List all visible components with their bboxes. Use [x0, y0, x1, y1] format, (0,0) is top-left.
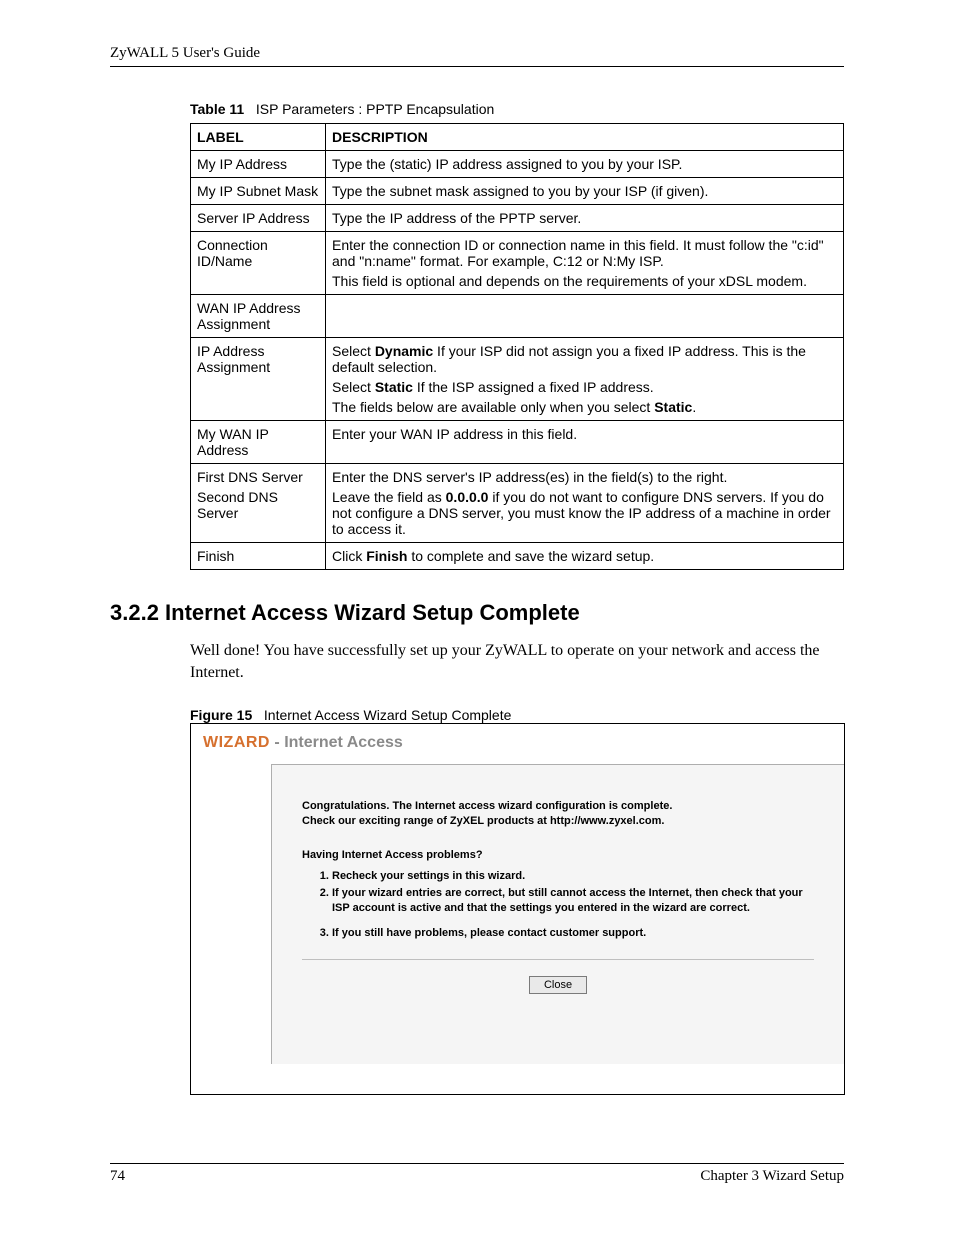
page-number: 74	[110, 1168, 125, 1185]
row-label: My WAN IP Address	[191, 421, 326, 464]
wizard-divider	[302, 959, 814, 960]
figure-caption-text: Internet Access Wizard Setup Complete	[264, 707, 511, 723]
row-label: Finish	[191, 543, 326, 570]
wizard-steps-list: Recheck your settings in this wizard. If…	[332, 869, 814, 940]
wizard-window: WIZARD - Internet Access Congratulations…	[190, 723, 845, 1095]
running-header: ZyWALL 5 User's Guide	[110, 45, 844, 67]
table-row: Connection ID/Name Enter the connection …	[191, 232, 844, 295]
table-row: WAN IP Address Assignment	[191, 295, 844, 338]
wizard-panel: Congratulations. The Internet access wiz…	[271, 764, 844, 1064]
row-desc: Type the subnet mask assigned to you by …	[326, 178, 844, 205]
row-label: First DNS Server Second DNS Server	[191, 464, 326, 543]
table-row: Finish Click Finish to complete and save…	[191, 543, 844, 570]
wizard-question: Having Internet Access problems?	[302, 849, 814, 861]
table-number: Table 11	[190, 101, 244, 117]
section-heading: 3.2.2 Internet Access Wizard Setup Compl…	[110, 600, 844, 626]
wizard-step-3: If you still have problems, please conta…	[332, 926, 814, 941]
close-button[interactable]: Close	[529, 976, 587, 994]
wizard-title-a: WIZARD	[203, 734, 270, 751]
row-desc: Enter the DNS server's IP address(es) in…	[326, 464, 844, 543]
col-label: LABEL	[191, 124, 326, 151]
table-row: My WAN IP Address Enter your WAN IP addr…	[191, 421, 844, 464]
col-description: DESCRIPTION	[326, 124, 844, 151]
wizard-title-b: - Internet Access	[270, 734, 403, 751]
wizard-line-2: Check our exciting range of ZyXEL produc…	[302, 815, 814, 827]
figure-caption: Figure 15 Internet Access Wizard Setup C…	[190, 707, 844, 723]
wizard-step-1: Recheck your settings in this wizard.	[332, 869, 814, 884]
table-caption: Table 11 ISP Parameters : PPTP Encapsula…	[190, 101, 844, 117]
row-desc: Select Dynamic If your ISP did not assig…	[326, 338, 844, 421]
row-desc: Click Finish to complete and save the wi…	[326, 543, 844, 570]
row-label: Server IP Address	[191, 205, 326, 232]
table-caption-text: ISP Parameters : PPTP Encapsulation	[256, 101, 494, 117]
row-label: WAN IP Address Assignment	[191, 295, 326, 338]
wizard-line-1: Congratulations. The Internet access wiz…	[302, 800, 814, 812]
table-row: My IP Address Type the (static) IP addre…	[191, 151, 844, 178]
wizard-title-bar: WIZARD - Internet Access	[191, 724, 844, 764]
table-row: Server IP Address Type the IP address of…	[191, 205, 844, 232]
section-body: Well done! You have successfully set up …	[190, 640, 844, 683]
figure-number: Figure 15	[190, 707, 252, 723]
row-desc: Enter the connection ID or connection na…	[326, 232, 844, 295]
page-footer: 74 Chapter 3 Wizard Setup	[110, 1163, 844, 1185]
table-row: First DNS Server Second DNS Server Enter…	[191, 464, 844, 543]
row-desc: Type the IP address of the PPTP server.	[326, 205, 844, 232]
table-row: My IP Subnet Mask Type the subnet mask a…	[191, 178, 844, 205]
chapter-label: Chapter 3 Wizard Setup	[700, 1168, 844, 1185]
table-row: IP Address Assignment Select Dynamic If …	[191, 338, 844, 421]
row-label: My IP Address	[191, 151, 326, 178]
wizard-step-2: If your wizard entries are correct, but …	[332, 886, 814, 916]
row-desc: Enter your WAN IP address in this field.	[326, 421, 844, 464]
row-label: Connection ID/Name	[191, 232, 326, 295]
table-header-row: LABEL DESCRIPTION	[191, 124, 844, 151]
row-label: My IP Subnet Mask	[191, 178, 326, 205]
row-desc	[326, 295, 844, 338]
row-label: IP Address Assignment	[191, 338, 326, 421]
row-desc: Type the (static) IP address assigned to…	[326, 151, 844, 178]
isp-parameters-table: LABEL DESCRIPTION My IP Address Type the…	[190, 123, 844, 570]
